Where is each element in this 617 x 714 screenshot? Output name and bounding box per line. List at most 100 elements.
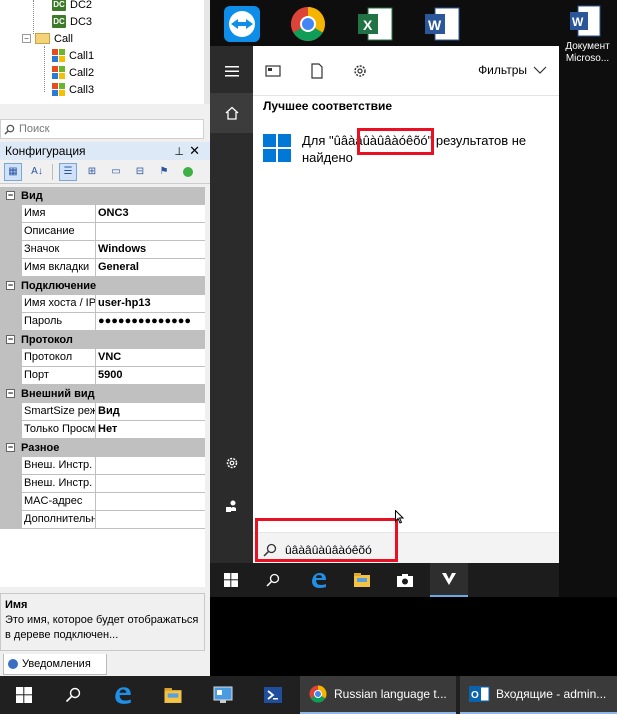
property-category[interactable]: − Разное — [0, 439, 205, 457]
connection-tree[interactable]: DC DC2 DC DC3 − Call Call1 Call2 Call3 — [0, 0, 204, 104]
row-gutter — [0, 205, 22, 222]
property-value[interactable]: Нет — [96, 421, 205, 438]
edge-icon[interactable] — [100, 676, 146, 714]
taskbar-outlook-window[interactable]: O Входящие - admin... — [460, 676, 617, 714]
windows-logo-icon — [263, 134, 291, 162]
result-prefix: Для — [302, 133, 330, 148]
property-row[interactable]: Порт 5900 — [0, 367, 205, 385]
close-icon[interactable]: ✕ — [189, 143, 200, 159]
excel-icon[interactable]: X — [356, 4, 404, 44]
property-row[interactable]: Только ПросмотрНет — [0, 421, 205, 439]
properties-button[interactable]: ☰ — [59, 162, 77, 181]
property-category[interactable]: − Вид — [0, 187, 205, 205]
property-category[interactable]: − Внешний вид — [0, 385, 205, 403]
file-explorer-icon[interactable] — [150, 676, 196, 714]
property-row[interactable]: Имя вкладки General — [0, 259, 205, 277]
settings-gear-icon[interactable] — [210, 443, 253, 483]
default-properties-button[interactable]: ▭ — [107, 163, 125, 181]
home-icon[interactable] — [210, 93, 253, 133]
camera-app-icon[interactable] — [386, 563, 424, 597]
teamviewer-icon[interactable] — [222, 4, 270, 44]
tree-item-call-folder[interactable]: − Call — [22, 30, 73, 47]
property-value[interactable]: Вид — [96, 403, 205, 420]
documents-tab-icon[interactable] — [309, 63, 325, 79]
status-icon-button[interactable] — [179, 163, 197, 181]
search-button[interactable] — [50, 676, 96, 714]
property-name: Пароль — [22, 313, 96, 330]
property-value[interactable]: ONC3 — [96, 205, 205, 222]
tree-item-call2[interactable]: Call2 — [52, 64, 94, 81]
search-button[interactable] — [254, 563, 292, 597]
property-row[interactable]: Значок Windows — [0, 241, 205, 259]
property-value[interactable]: VNC — [96, 349, 205, 366]
property-value[interactable]: ●●●●●●●●●●●●●● — [96, 313, 205, 330]
windows-icon-button[interactable]: ⚑ — [155, 163, 173, 181]
property-row[interactable]: MAC-адрес — [0, 493, 205, 511]
property-value[interactable]: General — [96, 259, 205, 276]
description-title: Имя — [5, 599, 28, 611]
windows-flag-icon — [52, 48, 66, 63]
remote-taskbar — [210, 563, 559, 597]
property-row[interactable]: Пароль ●●●●●●●●●●●●●● — [0, 313, 205, 331]
remote-desktop-icon[interactable] — [200, 676, 246, 714]
search-input[interactable]: Поиск — [0, 119, 204, 139]
property-value[interactable] — [96, 493, 205, 510]
category-label: Протокол — [21, 333, 73, 346]
property-row[interactable]: Протокол VNC — [0, 349, 205, 367]
notifications-tab[interactable]: Уведомления — [3, 654, 107, 675]
inheritance-button[interactable]: ⊞ — [83, 163, 101, 181]
tree-item-call1[interactable]: Call1 — [52, 47, 94, 64]
tree-item-label: Call1 — [69, 49, 95, 62]
settings-tab-icon[interactable] — [352, 63, 368, 79]
taskbar-chrome-window[interactable]: Russian language t... — [300, 676, 456, 714]
collapse-icon[interactable]: − — [22, 34, 31, 43]
property-row[interactable]: SmartSize режимВид — [0, 403, 205, 421]
apps-tab-icon[interactable] — [265, 63, 281, 79]
windows-logo-icon — [224, 573, 238, 587]
tree-item-call3[interactable]: Call3 — [52, 81, 94, 98]
property-category[interactable]: − Протокол — [0, 331, 205, 349]
collapse-icon[interactable]: − — [6, 389, 15, 398]
collapse-icon[interactable]: − — [6, 191, 15, 200]
file-explorer-icon[interactable] — [343, 563, 381, 597]
row-gutter — [0, 403, 22, 420]
collapse-icon[interactable]: − — [6, 443, 15, 452]
property-row[interactable]: Внеш. Инстр. — [0, 475, 205, 493]
word-document-icon[interactable]: W Документ Microso... — [558, 4, 617, 84]
property-row[interactable]: Описание — [0, 223, 205, 241]
property-row[interactable]: Имя ONC3 — [0, 205, 205, 223]
powershell-icon[interactable] — [250, 676, 296, 714]
user-account-icon[interactable] — [210, 486, 253, 526]
sort-az-button[interactable]: A↓ — [28, 163, 46, 181]
property-value[interactable] — [96, 457, 205, 474]
property-category[interactable]: − Подключение — [0, 277, 205, 295]
edge-icon[interactable] — [300, 563, 338, 597]
collapse-icon[interactable]: − — [6, 281, 15, 290]
collapse-icon[interactable]: − — [6, 335, 15, 344]
property-value[interactable] — [96, 475, 205, 492]
property-value[interactable]: Windows — [96, 241, 205, 258]
active-app-icon[interactable] — [430, 563, 468, 597]
start-button[interactable] — [0, 676, 48, 714]
property-value[interactable]: 5900 — [96, 367, 205, 384]
word-icon[interactable]: W — [423, 4, 471, 44]
property-row[interactable]: Имя хоста / IP user-hp13 — [0, 295, 205, 313]
property-value[interactable] — [96, 511, 205, 528]
start-button[interactable] — [212, 563, 250, 597]
property-value[interactable]: user-hp13 — [96, 295, 205, 312]
categorized-view-button[interactable]: ▦ — [4, 162, 22, 181]
tree-item-dc3[interactable]: DC DC3 — [52, 13, 92, 30]
chrome-icon[interactable] — [288, 4, 336, 44]
default-inheritance-button[interactable]: ⊟ — [131, 163, 149, 181]
tree-item-dc2[interactable]: DC DC2 — [52, 0, 92, 13]
property-row[interactable]: Дополнительно — [0, 511, 205, 529]
row-gutter — [0, 421, 22, 438]
row-gutter — [0, 295, 22, 312]
filters-dropdown[interactable]: Фильтры — [478, 63, 547, 77]
desktop-icon-label: Документ Microso... — [565, 41, 610, 64]
notifications-tab-label: Уведомления — [22, 658, 91, 670]
property-value[interactable] — [96, 223, 205, 240]
hamburger-menu-icon[interactable] — [210, 51, 253, 91]
property-row[interactable]: Внеш. Инстр. — [0, 457, 205, 475]
pin-icon[interactable]: ⊥ — [174, 145, 184, 158]
